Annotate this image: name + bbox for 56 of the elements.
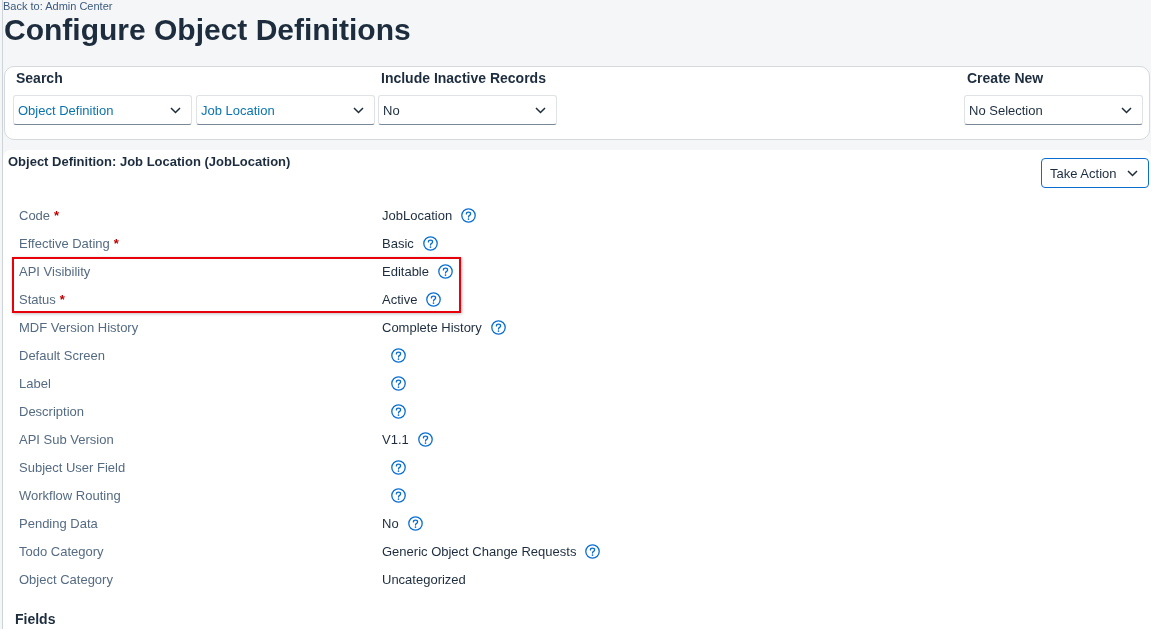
take-action-button[interactable]: Take Action <box>1041 158 1149 188</box>
section-heading: Object Definition: Job Location (JobLocation) <box>8 154 291 170</box>
chevron-down-icon <box>353 106 364 114</box>
help-icon[interactable] <box>585 543 601 559</box>
back-link[interactable]: Back to: Admin Center <box>3 0 113 12</box>
dropdown[interactable]: Object Definition <box>13 95 192 125</box>
help-icon[interactable] <box>461 207 477 223</box>
dropdown[interactable]: Job Location <box>196 95 375 125</box>
field-label: API Sub Version <box>19 431 114 447</box>
help-icon[interactable] <box>391 487 406 503</box>
help-icon[interactable] <box>391 459 406 475</box>
help-icon[interactable] <box>391 347 406 363</box>
page-title: Configure Object Definitions <box>4 14 411 46</box>
filter-label: Include Inactive Records <box>381 70 546 87</box>
field-label: Effective Dating <box>19 235 110 251</box>
filter-label: Create New <box>967 70 1044 87</box>
dropdown[interactable]: No <box>378 95 557 125</box>
field-value: Uncategorized <box>382 571 466 587</box>
help-icon[interactable] <box>426 291 442 307</box>
chevron-down-icon <box>1127 169 1138 177</box>
field-value: Editable <box>382 263 429 279</box>
field-value: Basic <box>382 235 414 251</box>
help-icon[interactable] <box>438 263 453 279</box>
required-asterisk: * <box>59 291 65 307</box>
help-icon[interactable] <box>490 319 506 335</box>
field-value: No <box>382 515 399 531</box>
field-label: Pending Data <box>19 515 98 531</box>
help-icon[interactable] <box>391 403 406 419</box>
field-value: V1.1 <box>382 431 409 447</box>
field-label: Description <box>19 403 85 419</box>
field-label: Object Category <box>19 571 113 587</box>
field-label: Status <box>19 291 56 307</box>
field-label: Todo Category <box>19 543 104 559</box>
field-label: MDF Version History <box>19 319 139 335</box>
field-value: Generic Object Change Requests <box>382 543 577 559</box>
chevron-down-icon <box>1121 106 1132 114</box>
chevron-down-icon <box>535 106 546 114</box>
field-label: Label <box>19 375 51 391</box>
field-label: Code <box>19 207 51 223</box>
field-label: API Visibility <box>19 263 91 279</box>
dropdown[interactable]: No Selection <box>964 95 1143 125</box>
required-asterisk: * <box>54 207 60 223</box>
required-asterisk: * <box>113 235 119 251</box>
help-icon[interactable] <box>407 515 423 531</box>
section-heading: Fields <box>15 610 56 628</box>
field-value: Active <box>382 291 418 307</box>
field-label: Default Screen <box>19 347 105 363</box>
field-value: Complete History <box>382 319 482 335</box>
filter-label: Search <box>16 70 63 87</box>
help-icon[interactable] <box>422 235 438 251</box>
help-icon[interactable] <box>391 375 406 391</box>
chevron-down-icon <box>170 106 181 114</box>
field-value: JobLocation <box>382 207 453 223</box>
field-label: Workflow Routing <box>19 487 121 503</box>
field-label: Subject User Field <box>19 459 126 475</box>
help-icon[interactable] <box>417 431 433 447</box>
